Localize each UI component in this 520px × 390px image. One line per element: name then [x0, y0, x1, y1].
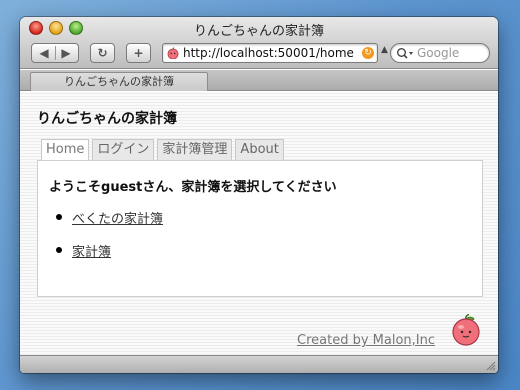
window-title: りんごちゃんの家計簿 — [193, 24, 324, 39]
bullet-icon — [56, 214, 62, 220]
tab-home[interactable]: Home — [41, 139, 90, 160]
address-bar[interactable]: http://localhost:50001/home ↻ — [162, 43, 378, 63]
back-arrow-icon[interactable]: ◀ — [33, 44, 55, 62]
book-link[interactable]: 家計簿 — [72, 245, 111, 260]
list-item: 家計簿 — [56, 241, 163, 274]
divider — [55, 46, 56, 60]
search-icon[interactable] — [396, 47, 416, 60]
book-list: べくたの家計簿 家計簿 — [56, 208, 163, 274]
list-item: べくたの家計簿 — [56, 208, 163, 241]
browser-window: りんごちゃんの家計簿 ◀ ▶ ↻ + http://localhost:50001… — [20, 17, 498, 373]
tab-book-management[interactable]: 家計簿管理 — [157, 139, 233, 160]
footer-credit-link[interactable]: Created by Malon,Inc — [297, 333, 435, 348]
address-dropdown-icon[interactable]: ▲ — [381, 45, 388, 55]
search-input[interactable]: Google — [390, 43, 490, 63]
rss-icon[interactable]: ↻ — [362, 47, 374, 59]
add-bookmark-button[interactable]: + — [126, 43, 151, 63]
welcome-message: ようこそguestさん、家計簿を選択してください — [49, 176, 337, 195]
search-placeholder: Google — [417, 46, 460, 60]
apple-mascot-icon — [452, 314, 480, 346]
tab-bar: りんごちゃんの家計簿 — [20, 70, 498, 91]
main-panel: ようこそguestさん、家計簿を選択してください べくたの家計簿 家計簿 — [37, 160, 483, 297]
title-bar: りんごちゃんの家計簿 ◀ ▶ ↻ + http://localhost:50001… — [20, 17, 498, 69]
apple-favicon-icon — [167, 47, 179, 59]
back-forward-buttons[interactable]: ◀ ▶ — [31, 43, 79, 63]
page-title: りんごちゃんの家計簿 — [37, 111, 177, 127]
url-text[interactable]: http://localhost:50001/home — [183, 46, 354, 60]
browser-tab[interactable]: りんごちゃんの家計簿 — [30, 72, 208, 91]
welcome-suffix: さん、家計簿を選択してください — [142, 180, 337, 195]
page-content: りんごちゃんの家計簿 Home ログイン 家計簿管理 About ようこそgue… — [20, 92, 498, 355]
welcome-user: guest — [101, 180, 143, 195]
tab-about[interactable]: About — [235, 139, 284, 160]
bullet-icon — [56, 247, 62, 253]
resize-grip-icon[interactable] — [484, 359, 496, 371]
forward-arrow-icon[interactable]: ▶ — [55, 44, 77, 62]
reload-button[interactable]: ↻ — [90, 43, 115, 63]
welcome-prefix: ようこそ — [49, 180, 102, 195]
book-link[interactable]: べくたの家計簿 — [72, 212, 163, 227]
site-nav: Home ログイン 家計簿管理 About — [41, 139, 287, 160]
tab-login[interactable]: ログイン — [92, 139, 155, 160]
status-bar — [20, 355, 498, 373]
